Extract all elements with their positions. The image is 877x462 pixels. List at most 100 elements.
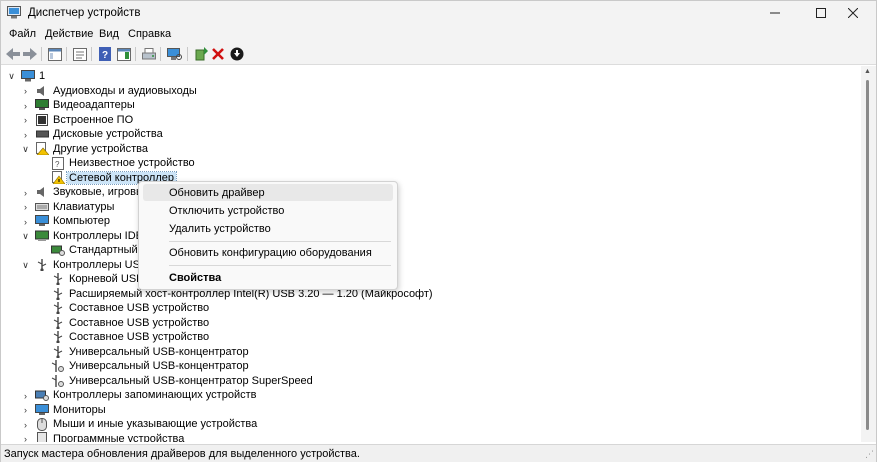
tree-node-usb-composite[interactable]: Составное USB устройство bbox=[51, 316, 209, 331]
tree-node-usb-hub[interactable]: Универсальный USB-концентратор bbox=[51, 345, 249, 360]
expand-chevron-icon[interactable]: › bbox=[21, 434, 30, 442]
tree-label: Аудиовходы и аудиовыходы bbox=[53, 84, 197, 97]
vertical-scrollbar[interactable]: ▲ bbox=[861, 66, 876, 442]
help-icon[interactable]: ? bbox=[97, 46, 113, 62]
properties-icon[interactable] bbox=[72, 46, 88, 62]
computer-icon bbox=[21, 70, 35, 82]
tree-label: Мыши и иные указывающие устройства bbox=[53, 418, 258, 431]
remove-icon[interactable] bbox=[210, 46, 226, 62]
scan-hardware-icon[interactable] bbox=[166, 46, 182, 62]
menu-item-uninstall-device[interactable]: Удалить устройство bbox=[143, 220, 393, 237]
context-menu: Обновить драйвер Отключить устройство Уд… bbox=[138, 181, 398, 290]
collapse-chevron-icon[interactable]: ∨ bbox=[21, 231, 30, 241]
back-arrow-icon[interactable] bbox=[5, 46, 21, 62]
expand-chevron-icon[interactable]: › bbox=[21, 86, 30, 96]
tree-node-display[interactable]: › Видеоадаптеры bbox=[21, 98, 135, 113]
usb-icon bbox=[51, 273, 65, 286]
menu-item-update-driver[interactable]: Обновить драйвер bbox=[143, 184, 393, 201]
tree-node-sound[interactable]: › Звуковые, игровые bbox=[21, 185, 150, 200]
tree-node-computer[interactable]: › Компьютер bbox=[21, 214, 110, 229]
menu-item-scan-hardware[interactable]: Обновить конфигурацию оборудования bbox=[143, 244, 393, 261]
toolbar-separator bbox=[187, 47, 188, 61]
tree-label: Контроллеры USB bbox=[53, 258, 148, 271]
forward-arrow-icon[interactable] bbox=[22, 46, 38, 62]
tree-node-keyboards[interactable]: › Клавиатуры bbox=[21, 200, 114, 215]
expand-chevron-icon[interactable]: › bbox=[21, 217, 30, 227]
disk-icon bbox=[35, 128, 49, 140]
collapse-chevron-icon[interactable]: ∨ bbox=[7, 71, 16, 81]
mouse-icon bbox=[35, 417, 49, 431]
tree-label: Составное USB устройство bbox=[69, 302, 210, 315]
expand-chevron-icon[interactable]: › bbox=[21, 115, 30, 125]
tree-node-ide[interactable]: ∨ Контроллеры IDE A bbox=[21, 229, 153, 244]
tree-node-usb-composite[interactable]: Составное USB устройство bbox=[51, 330, 209, 345]
storage-controller-icon bbox=[35, 389, 49, 402]
menu-help[interactable]: Справка bbox=[128, 28, 171, 40]
tree-label: Универсальный USB-концентратор bbox=[69, 360, 249, 373]
tree-node-monitors[interactable]: › Мониторы bbox=[21, 403, 106, 418]
menu-action[interactable]: Действие bbox=[45, 28, 93, 40]
collapse-chevron-icon[interactable]: ∨ bbox=[21, 260, 30, 270]
menu-item-disable-device[interactable]: Отключить устройство bbox=[143, 202, 393, 219]
svg-text:?: ? bbox=[102, 50, 108, 61]
scrollbar-thumb[interactable] bbox=[866, 80, 869, 430]
close-button[interactable] bbox=[830, 1, 876, 25]
tree-label: Другие устройства bbox=[53, 142, 148, 155]
tree-label: Составное USB устройство bbox=[69, 331, 210, 344]
warning-icon bbox=[51, 171, 65, 185]
resize-grip-icon[interactable]: ⋰ bbox=[865, 449, 874, 460]
tree-node-usb-root[interactable]: Корневой USB-к bbox=[51, 272, 152, 287]
tree-node-audio[interactable]: › Аудиовходы и аудиовыходы bbox=[21, 84, 197, 99]
tree-label: Встроенное ПО bbox=[53, 113, 134, 126]
unknown-device-warning-icon bbox=[35, 142, 49, 156]
expand-chevron-icon[interactable]: › bbox=[21, 101, 30, 111]
speaker-icon bbox=[35, 85, 49, 97]
menu-file[interactable]: Файл bbox=[9, 28, 36, 40]
minimize-button[interactable] bbox=[752, 1, 798, 25]
tree-node-other[interactable]: ∨ Другие устройства bbox=[21, 142, 148, 157]
action-pane-icon[interactable] bbox=[116, 46, 132, 62]
usb-hub-icon bbox=[51, 374, 65, 387]
tree-label: Дисковые устройства bbox=[53, 128, 163, 141]
tree-node-usb[interactable]: ∨ Контроллеры USB bbox=[21, 258, 147, 273]
menu-view[interactable]: Вид bbox=[99, 28, 119, 40]
tree-node-disk[interactable]: › Дисковые устройства bbox=[21, 127, 163, 142]
tree-node-mice[interactable]: › Мыши и иные указывающие устройства bbox=[21, 417, 257, 432]
title-bar: Диспетчер устройств bbox=[1, 1, 876, 25]
monitor-icon bbox=[35, 403, 49, 416]
software-device-icon bbox=[35, 432, 49, 442]
tree-label: Универсальный USB-концентратор bbox=[69, 345, 249, 358]
collapse-chevron-icon[interactable]: ∨ bbox=[21, 144, 30, 154]
print-icon[interactable] bbox=[141, 46, 157, 62]
console-tree-icon[interactable] bbox=[47, 46, 63, 62]
status-text: Запуск мастера обновления драйверов для … bbox=[4, 448, 360, 460]
device-tree[interactable]: ∨ 1 › Аудиовходы и аудиовыходы › Видеоад… bbox=[1, 66, 861, 442]
window-title: Диспетчер устройств bbox=[28, 7, 141, 19]
tree-node-usb-hub-superspeed[interactable]: Универсальный USB-концентратор SuperSpee… bbox=[51, 374, 313, 389]
tree-node-storage[interactable]: › Контроллеры запоминающих устройств bbox=[21, 388, 256, 403]
expand-chevron-icon[interactable]: › bbox=[21, 420, 30, 430]
tree-node-unknown-device[interactable]: ? Неизвестное устройство bbox=[51, 156, 195, 171]
tree-node-standard-controller[interactable]: Стандартный ко bbox=[51, 243, 152, 258]
toolbar-separator bbox=[91, 47, 92, 61]
tree-root[interactable]: ∨ 1 bbox=[7, 69, 45, 84]
svg-text:?: ? bbox=[55, 160, 60, 169]
tree-node-software[interactable]: › Программные устройства bbox=[21, 432, 184, 442]
tree-node-firmware[interactable]: › Встроенное ПО bbox=[21, 113, 133, 128]
scroll-up-arrow-icon[interactable]: ▲ bbox=[864, 68, 871, 75]
tree-node-usb-composite[interactable]: Составное USB устройство bbox=[51, 301, 209, 316]
menu-item-properties[interactable]: Свойства bbox=[143, 269, 393, 286]
keyboard-icon bbox=[35, 201, 49, 213]
usb-icon bbox=[51, 345, 65, 358]
expand-chevron-icon[interactable]: › bbox=[21, 130, 30, 140]
toolbar-separator bbox=[135, 47, 136, 61]
device-manager-window: Диспетчер устройств Файл Действие Вид Сп… bbox=[0, 0, 877, 462]
toolbar-separator bbox=[66, 47, 67, 61]
expand-chevron-icon[interactable]: › bbox=[21, 405, 30, 415]
tree-node-usb-hub[interactable]: Универсальный USB-концентратор bbox=[51, 359, 249, 374]
download-icon[interactable] bbox=[229, 46, 245, 62]
update-driver-icon[interactable] bbox=[193, 46, 209, 62]
expand-chevron-icon[interactable]: › bbox=[21, 188, 30, 198]
expand-chevron-icon[interactable]: › bbox=[21, 391, 30, 401]
expand-chevron-icon[interactable]: › bbox=[21, 202, 30, 212]
